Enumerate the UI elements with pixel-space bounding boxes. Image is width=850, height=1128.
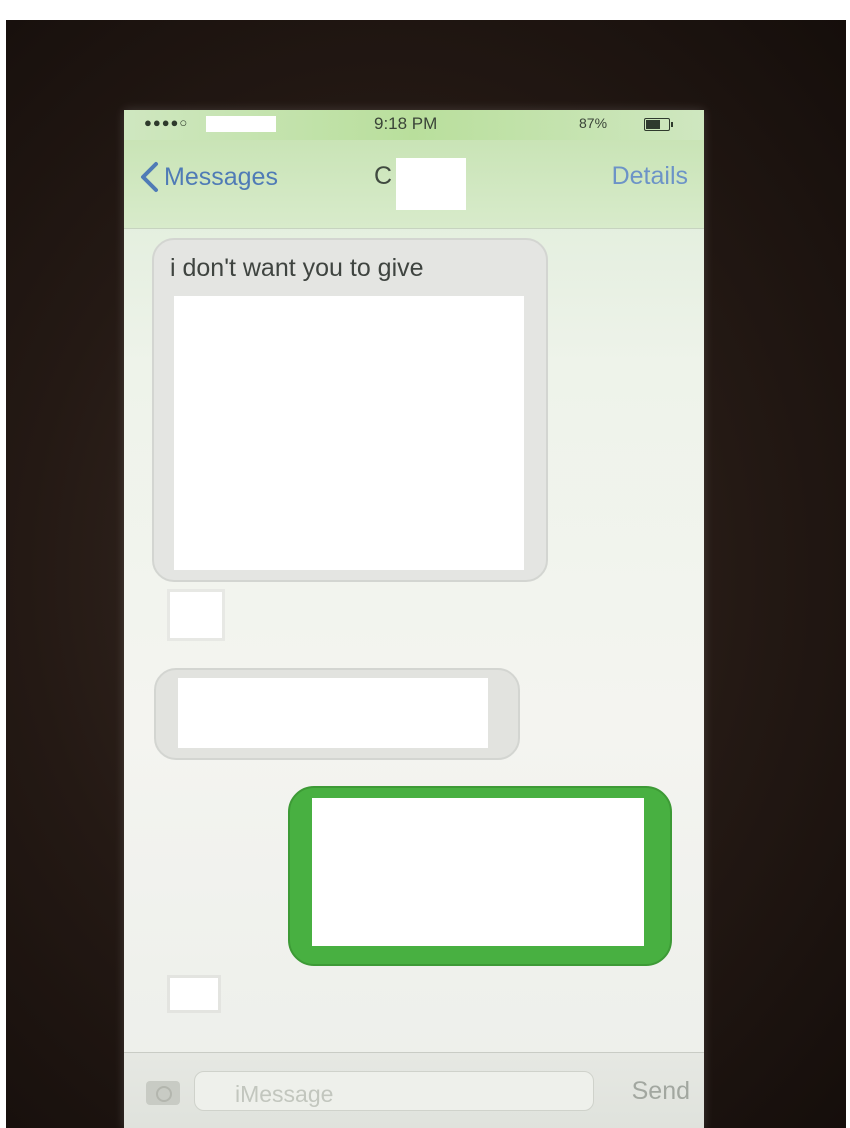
photo-background: ●●●●○ 9:18 PM 87% Messages C Details i d…	[6, 20, 846, 1128]
carrier-redaction	[206, 116, 276, 132]
message-text: i don't want you to give	[170, 254, 424, 282]
chevron-left-icon	[141, 162, 158, 192]
message-input-bar: Send	[124, 1052, 704, 1128]
incoming-message-bubble[interactable]	[154, 668, 520, 760]
signal-strength-icon: ●●●●○	[144, 115, 189, 130]
nav-bar: Messages C Details	[124, 140, 704, 229]
incoming-message-bubble[interactable]: i don't want you to give	[152, 238, 548, 582]
page: ●●●●○ 9:18 PM 87% Messages C Details i d…	[0, 0, 850, 1128]
status-bar: ●●●●○ 9:18 PM 87%	[124, 110, 704, 140]
camera-icon[interactable]	[146, 1081, 180, 1105]
small-redaction	[170, 978, 218, 1010]
contact-name-redaction	[396, 158, 466, 210]
details-button[interactable]: Details	[612, 162, 688, 191]
back-button[interactable]: Messages	[136, 160, 278, 194]
contact-name: C	[374, 162, 393, 190]
back-button-label: Messages	[164, 162, 278, 191]
message-redaction	[178, 678, 488, 748]
send-button[interactable]: Send	[632, 1077, 690, 1106]
message-redaction	[312, 798, 644, 946]
outgoing-message-bubble[interactable]	[288, 786, 672, 966]
status-time: 9:18 PM	[374, 114, 438, 133]
battery-percentage: 87%	[579, 115, 608, 131]
small-redaction	[170, 592, 222, 638]
message-redaction	[174, 296, 524, 570]
battery-icon	[644, 118, 673, 131]
phone-screen: ●●●●○ 9:18 PM 87% Messages C Details i d…	[124, 110, 704, 1128]
message-input[interactable]	[194, 1071, 594, 1111]
